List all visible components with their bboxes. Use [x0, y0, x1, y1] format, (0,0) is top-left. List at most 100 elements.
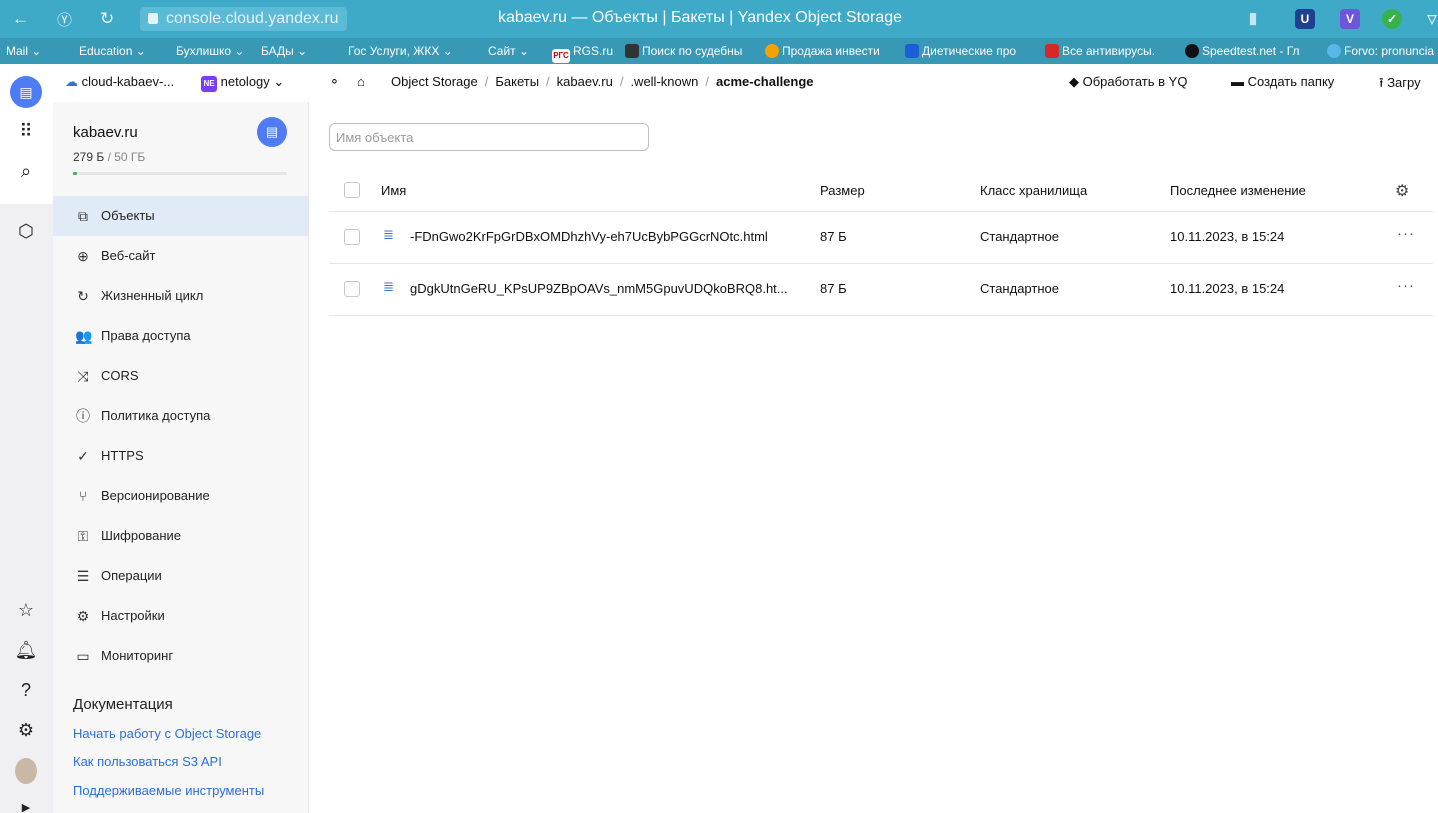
bookmark-folder-mail[interactable]: Mail ⌄ [6, 44, 41, 58]
breadcrumb: Object Storage / Бакеты / kabaev.ru / .well-kn… [391, 74, 814, 89]
sidebar-item-users[interactable]: 👥 Права доступа [53, 316, 308, 356]
bookmark-label: Все антивирусы. [1062, 44, 1155, 58]
row-actions-more-icon[interactable]: ··· [1397, 277, 1415, 294]
bookmark-folder-gosuslugi[interactable]: Гос Услуги, ЖКХ ⌄ [348, 44, 453, 58]
object-storage-service-icon[interactable]: ▤ [10, 76, 42, 108]
extension-check-icon[interactable]: ✓ [1382, 9, 1402, 29]
table-header: Имя Размер Класс хранилища Последнее изм… [329, 170, 1433, 212]
column-name[interactable]: Имя [381, 183, 406, 198]
sidebar-item-settings[interactable]: ⚙ Настройки [53, 596, 308, 636]
object-name[interactable]: gDgkUtnGeRU_KPsUP9ZBpOAVs_nmM5GpuvUDQkoB… [410, 281, 788, 296]
sidebar-item-globe[interactable]: ⊕ Веб-сайт [53, 236, 308, 276]
bucket-sidebar: kabaev.ru ▤ 279 Б / 50 ГБ ⧉ Объекты ⊕ Веб-с… [53, 102, 309, 813]
doc-link-getting-started[interactable]: Начать работу с Object Storage [73, 726, 261, 741]
monitoring-icon: ▭ [76, 648, 90, 664]
object-modified: 10.11.2023, в 15:24 [1170, 281, 1285, 296]
bookmark-investments[interactable]: Продажа инвести [765, 44, 880, 58]
object-modified: 10.11.2023, в 15:24 [1170, 229, 1285, 244]
process-in-yq-button[interactable]: ◆ Обработать в YQ [1069, 74, 1187, 90]
investments-icon [765, 44, 779, 58]
court-icon [625, 44, 639, 58]
users-icon: 👥 [75, 328, 93, 344]
sidebar-item-lifecycle[interactable]: ↻ Жизненный цикл [53, 276, 308, 316]
doc-link-tools[interactable]: Поддерживаемые инструменты [73, 783, 264, 798]
forvo-icon [1327, 44, 1341, 58]
object-storage-class: Стандартное [980, 229, 1059, 244]
search-icon[interactable]: ⌕ [14, 159, 38, 183]
sidebar-item-cors[interactable]: ⤨ CORS [53, 356, 308, 396]
object-name-filter-input[interactable] [329, 123, 649, 151]
cube-icon[interactable]: ⬡ [14, 219, 38, 243]
column-last-modified[interactable]: Последнее изменение [1170, 183, 1306, 198]
lifecycle-icon: ↻ [77, 288, 89, 304]
sidebar-item-label: HTTPS [101, 448, 144, 463]
create-folder-button[interactable]: ▬ Создать папку [1231, 74, 1334, 89]
services-graph-icon[interactable]: ⚬ [329, 74, 340, 90]
sidebar-item-policy[interactable]: ⓘ Политика доступа [53, 396, 308, 436]
row-checkbox[interactable] [344, 281, 360, 297]
breadcrumb-buckets[interactable]: Бакеты [495, 74, 539, 89]
object-size: 87 Б [820, 229, 847, 244]
user-avatar[interactable] [15, 758, 37, 784]
bookmark-sudact[interactable]: Поиск по судебны [625, 44, 742, 58]
bucket-icon: ▤ [257, 117, 287, 147]
bookmark-icon[interactable]: ▮ [1243, 9, 1263, 29]
sidebar-item-label: Мониторинг [101, 648, 174, 663]
cloud-name: cloud-kabaev-... [81, 74, 175, 89]
extension-cup-icon[interactable]: ▽ [1422, 9, 1438, 29]
home-icon[interactable]: ⌂ [357, 74, 365, 89]
sidebar-item-objects[interactable]: ⧉ Объекты [53, 196, 308, 236]
bell-icon[interactable]: 🔔︎ [14, 638, 38, 662]
upload-icon: ⭱ [1379, 75, 1384, 90]
settings-gear-icon[interactable]: ⚙ [14, 718, 38, 742]
bitwarden-shield-icon[interactable]: U [1295, 9, 1315, 29]
bookmark-speedtest[interactable]: Speedtest.net - Гл [1185, 44, 1300, 58]
expand-rail-icon[interactable]: ▶ [14, 796, 38, 813]
sidebar-item-versioning[interactable]: ⑂ Версионирование [53, 476, 308, 516]
row-actions-more-icon[interactable]: ··· [1397, 225, 1415, 242]
help-icon[interactable]: ? [14, 678, 38, 702]
table-settings-gear-icon[interactable]: ⚙ [1395, 181, 1409, 201]
sidebar-item-encryption[interactable]: ⚿ Шифрование [53, 516, 308, 556]
object-name[interactable]: -FDnGwo2KrFpGrDBxOMDhzhVy-eh7UcBybPGGcrN… [410, 229, 768, 244]
sidebar-item-operations[interactable]: ☰ Операции [53, 556, 308, 596]
sidebar-item-label: CORS [101, 368, 139, 383]
bookmark-diet[interactable]: Диетические про [905, 44, 1016, 58]
extension-v-icon[interactable]: V [1340, 9, 1360, 29]
bookmark-folder-bady[interactable]: БАДы ⌄ [261, 44, 307, 58]
table-row[interactable]: ≣ -FDnGwo2KrFpGrDBxOMDhzhVy-eh7UcBybPGGc… [329, 212, 1433, 264]
breadcrumb-well-known[interactable]: .well-known [630, 74, 698, 89]
bucket-total: / 50 ГБ [104, 150, 146, 164]
globe-icon: ⊕ [77, 248, 89, 264]
encryption-icon: ⚿ [77, 528, 89, 544]
versioning-icon: ⑂ [78, 488, 88, 504]
sidebar-item-https[interactable]: ✓ HTTPS [53, 436, 308, 476]
folder-selector[interactable]: NE netology ⌄ [201, 74, 284, 92]
bookmark-folder-site[interactable]: Сайт ⌄ [488, 44, 529, 58]
settings-icon: ⚙ [76, 608, 90, 624]
breadcrumb-bucket[interactable]: kabaev.ru [557, 74, 613, 89]
upload-button[interactable]: ⭱ Загру [1379, 74, 1421, 96]
row-checkbox[interactable] [344, 229, 360, 245]
select-all-checkbox[interactable] [344, 182, 360, 198]
doc-link-s3-api[interactable]: Как пользоваться S3 API [73, 754, 222, 769]
bookmark-folder-buhlishko[interactable]: Бухлишко ⌄ [176, 44, 244, 58]
all-services-grid-icon[interactable]: ⠿ [14, 119, 38, 143]
column-storage-class[interactable]: Класс хранилища [980, 183, 1087, 198]
usage-bar [73, 172, 287, 175]
bookmark-label: Диетические про [922, 44, 1017, 58]
bookmark-forvo[interactable]: Forvo: pronuncia [1327, 44, 1434, 58]
breadcrumb-object-storage[interactable]: Object Storage [391, 74, 478, 89]
cloud-selector[interactable]: ☁ cloud-kabaev-... [65, 74, 174, 90]
folder-badge: NE [201, 76, 217, 92]
star-icon[interactable]: ☆ [14, 598, 38, 622]
column-size[interactable]: Размер [820, 183, 865, 198]
bookmark-antivirus[interactable]: Все антивирусы. [1045, 44, 1155, 58]
app-header: ☁ cloud-kabaev-... NE netology ⌄ ⚬ ⌂ Obj… [53, 64, 1438, 102]
bookmark-folder-education[interactable]: Education ⌄ [79, 44, 146, 58]
rgs-logo-icon: РГС [552, 49, 570, 63]
table-row[interactable]: ≣ gDgkUtnGeRU_KPsUP9ZBpOAVs_nmM5GpuvUDQk… [329, 264, 1433, 316]
sidebar-item-monitoring[interactable]: ▭ Мониторинг [53, 636, 308, 676]
bookmark-rgs[interactable]: РГС RGS.ru [552, 44, 613, 63]
sidebar-item-label: Шифрование [101, 528, 181, 543]
